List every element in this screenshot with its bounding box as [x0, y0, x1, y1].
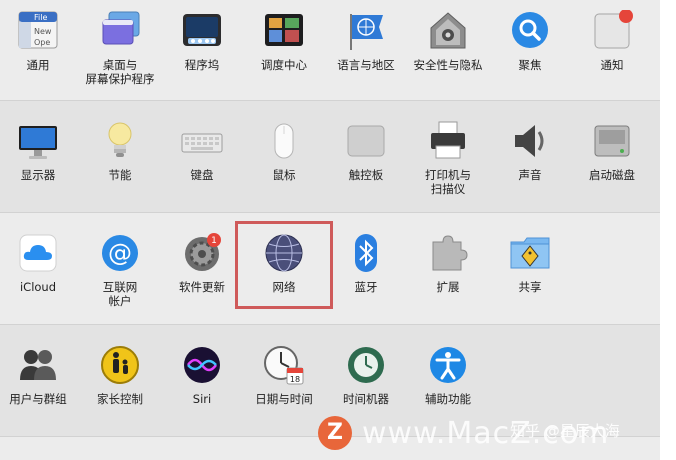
pref-label: 时间机器: [343, 392, 389, 406]
watermark: Z www.MacZ.com 知乎 @星辰大海: [318, 414, 620, 452]
pref-label: 日期与时间: [255, 392, 313, 406]
security-privacy-icon: [427, 10, 469, 52]
pref-label: 触控板: [348, 168, 384, 182]
svg-text:1: 1: [211, 236, 217, 246]
pref-energy-saver[interactable]: 节能: [78, 110, 162, 205]
siri-icon: [181, 344, 223, 386]
pref-label: 共享: [518, 280, 542, 294]
pref-icloud[interactable]: iCloud: [0, 222, 80, 317]
watermark-zhihu: 知乎 @星辰大海: [510, 422, 620, 440]
users-groups-icon: [17, 344, 59, 386]
pref-label: 桌面与 屏幕保护程序: [85, 58, 155, 86]
pref-label: Siri: [192, 392, 212, 406]
svg-text:18: 18: [290, 375, 300, 384]
pref-notifications[interactable]: 通知: [570, 0, 654, 95]
energy-saver-icon: [99, 120, 141, 162]
pref-label: 家长控制: [97, 392, 143, 406]
accessibility-icon: [427, 344, 469, 386]
pref-label: 启动磁盘: [589, 168, 635, 182]
sharing-icon: [509, 232, 551, 274]
right-edge-strip: [660, 0, 676, 460]
pref-bluetooth[interactable]: 蓝牙: [324, 222, 408, 317]
pref-sound[interactable]: 声音: [488, 110, 572, 205]
extensions-icon: [427, 232, 469, 274]
pref-language-region[interactable]: 语言与地区: [324, 0, 408, 95]
pref-desktop-screensaver[interactable]: 桌面与 屏幕保护程序: [78, 0, 162, 95]
pref-security-privacy[interactable]: 安全性与隐私: [406, 0, 490, 95]
pref-startup-disk[interactable]: 启动磁盘: [570, 110, 654, 205]
pref-label: 语言与地区: [337, 58, 395, 72]
icloud-icon: [17, 232, 59, 274]
pref-label: 辅助功能: [425, 392, 471, 406]
pref-general[interactable]: File New Ope 通用: [0, 0, 80, 95]
pref-dock[interactable]: 程序坞: [160, 0, 244, 95]
language-region-icon: [345, 10, 387, 52]
pref-software-update[interactable]: 1 软件更新: [160, 222, 244, 317]
pref-siri[interactable]: Siri: [160, 334, 244, 429]
svg-text:@: @: [108, 239, 132, 267]
pref-label: 蓝牙: [354, 280, 378, 294]
pref-label: iCloud: [19, 280, 57, 294]
desktop-screensaver-icon: [99, 10, 141, 52]
svg-text:New: New: [34, 27, 52, 36]
svg-text:Ope: Ope: [34, 38, 50, 47]
pref-sharing[interactable]: 共享: [488, 222, 572, 317]
pref-label: 键盘: [190, 168, 214, 182]
internet-accounts-icon: @: [99, 232, 141, 274]
pref-parental-controls[interactable]: 家长控制: [78, 334, 162, 429]
general-icon: File New Ope: [17, 10, 59, 52]
parental-controls-icon: [99, 344, 141, 386]
mouse-icon: [263, 120, 305, 162]
pref-label: 打印机与 扫描仪: [425, 168, 471, 196]
time-machine-icon: [345, 344, 387, 386]
pref-internet-accounts[interactable]: @ 互联网 帐户: [78, 222, 162, 317]
pref-label: 通用: [26, 58, 50, 72]
pref-label: 互联网 帐户: [102, 280, 138, 308]
pref-label: 用户与群组: [9, 392, 67, 406]
pref-printers-scanners[interactable]: 打印机与 扫描仪: [406, 110, 490, 205]
svg-text:File: File: [34, 13, 47, 22]
pref-label: 鼠标: [272, 168, 296, 182]
displays-icon: [17, 120, 59, 162]
pref-label: 程序坞: [184, 58, 220, 72]
pref-label: 软件更新: [179, 280, 225, 294]
watermark-logo: Z: [318, 416, 352, 450]
trackpad-icon: [345, 120, 387, 162]
pref-label: 安全性与隐私: [413, 58, 483, 72]
pref-label: 调度中心: [261, 58, 307, 72]
bluetooth-icon: [345, 232, 387, 274]
mission-control-icon: [263, 10, 305, 52]
pref-spotlight[interactable]: 聚焦: [488, 0, 572, 95]
software-update-icon: 1: [181, 232, 223, 274]
spotlight-icon: [509, 10, 551, 52]
dock-icon: [181, 10, 223, 52]
pref-keyboard[interactable]: 键盘: [160, 110, 244, 205]
notifications-icon: [591, 9, 633, 52]
printers-scanners-icon: [427, 120, 469, 162]
pref-extensions[interactable]: 扩展: [406, 222, 490, 317]
pref-label: 显示器: [20, 168, 56, 182]
pref-mouse[interactable]: 鼠标: [242, 110, 326, 205]
date-time-icon: 18: [263, 344, 305, 386]
pref-users-groups[interactable]: 用户与群组: [0, 334, 80, 429]
highlight-box: [235, 221, 333, 309]
pref-trackpad[interactable]: 触控板: [324, 110, 408, 205]
pref-date-time[interactable]: 18 日期与时间: [242, 334, 326, 429]
pref-label: 声音: [518, 168, 542, 182]
sound-icon: [509, 120, 551, 162]
pref-label: 节能: [108, 168, 132, 182]
system-preferences-window: File New Ope 通用 桌面与 屏幕保护程序 程序坞 调度中心 语言与地…: [0, 0, 660, 460]
startup-disk-icon: [591, 120, 633, 162]
pref-label: 通知: [600, 58, 624, 72]
pref-label: 聚焦: [518, 58, 542, 72]
pref-displays[interactable]: 显示器: [0, 110, 80, 205]
pref-label: 扩展: [436, 280, 460, 294]
pref-mission-control[interactable]: 调度中心: [242, 0, 326, 95]
keyboard-icon: [181, 120, 223, 162]
